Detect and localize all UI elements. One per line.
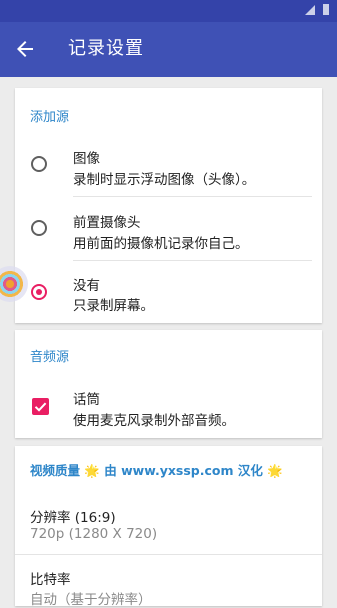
option-subtitle: 录制时显示浮动图像（头像）。 [73,172,256,188]
option-title: 没有 [73,278,100,294]
video-card: 视频质量 🌟 由 www.yxssp.com 汉化 🌟 分辨率 (16:9) 7… [15,446,322,608]
audio-card: 音频源 话筒 使用麦克风录制外部音频。 [15,330,322,438]
section-header-source: 添加源 [30,110,70,125]
setting-value: 自动（基于分辨率） [30,592,152,608]
status-bar [0,0,337,22]
radio-front-camera[interactable] [31,220,47,236]
section-header-video: 视频质量 🌟 由 www.yxssp.com 汉化 🌟 [30,463,283,478]
option-title: 话筒 [73,392,100,408]
option-subtitle: 使用麦克风录制外部音频。 [73,413,235,429]
back-arrow-icon[interactable] [13,37,37,61]
option-subtitle: 用前面的摄像机记录你自己。 [73,236,249,252]
microphone-checkbox[interactable] [32,398,49,415]
setting-value: 720p (1280 X 720) [30,526,158,542]
divider [73,196,312,197]
battery-icon [323,4,329,15]
radio-image[interactable] [31,156,47,172]
setting-title: 比特率 [30,572,71,588]
option-title: 前置摄像头 [73,215,141,231]
source-card: 添加源 图像 录制时显示浮动图像（头像）。 前置摄像头 用前面的摄像机记录你自己… [15,88,322,323]
status-icons [305,3,331,15]
checkmark-icon [34,402,47,412]
page-title: 记录设置 [68,38,144,59]
divider [73,260,312,261]
radio-none[interactable] [31,284,47,300]
option-subtitle: 只录制屏幕。 [73,298,154,314]
divider [15,554,322,555]
app-bar: 记录设置 [0,22,337,77]
signal-icon [305,5,315,15]
setting-title: 分辨率 (16:9) [30,510,116,526]
section-header-audio: 音频源 [30,350,70,365]
option-title: 图像 [73,151,100,167]
